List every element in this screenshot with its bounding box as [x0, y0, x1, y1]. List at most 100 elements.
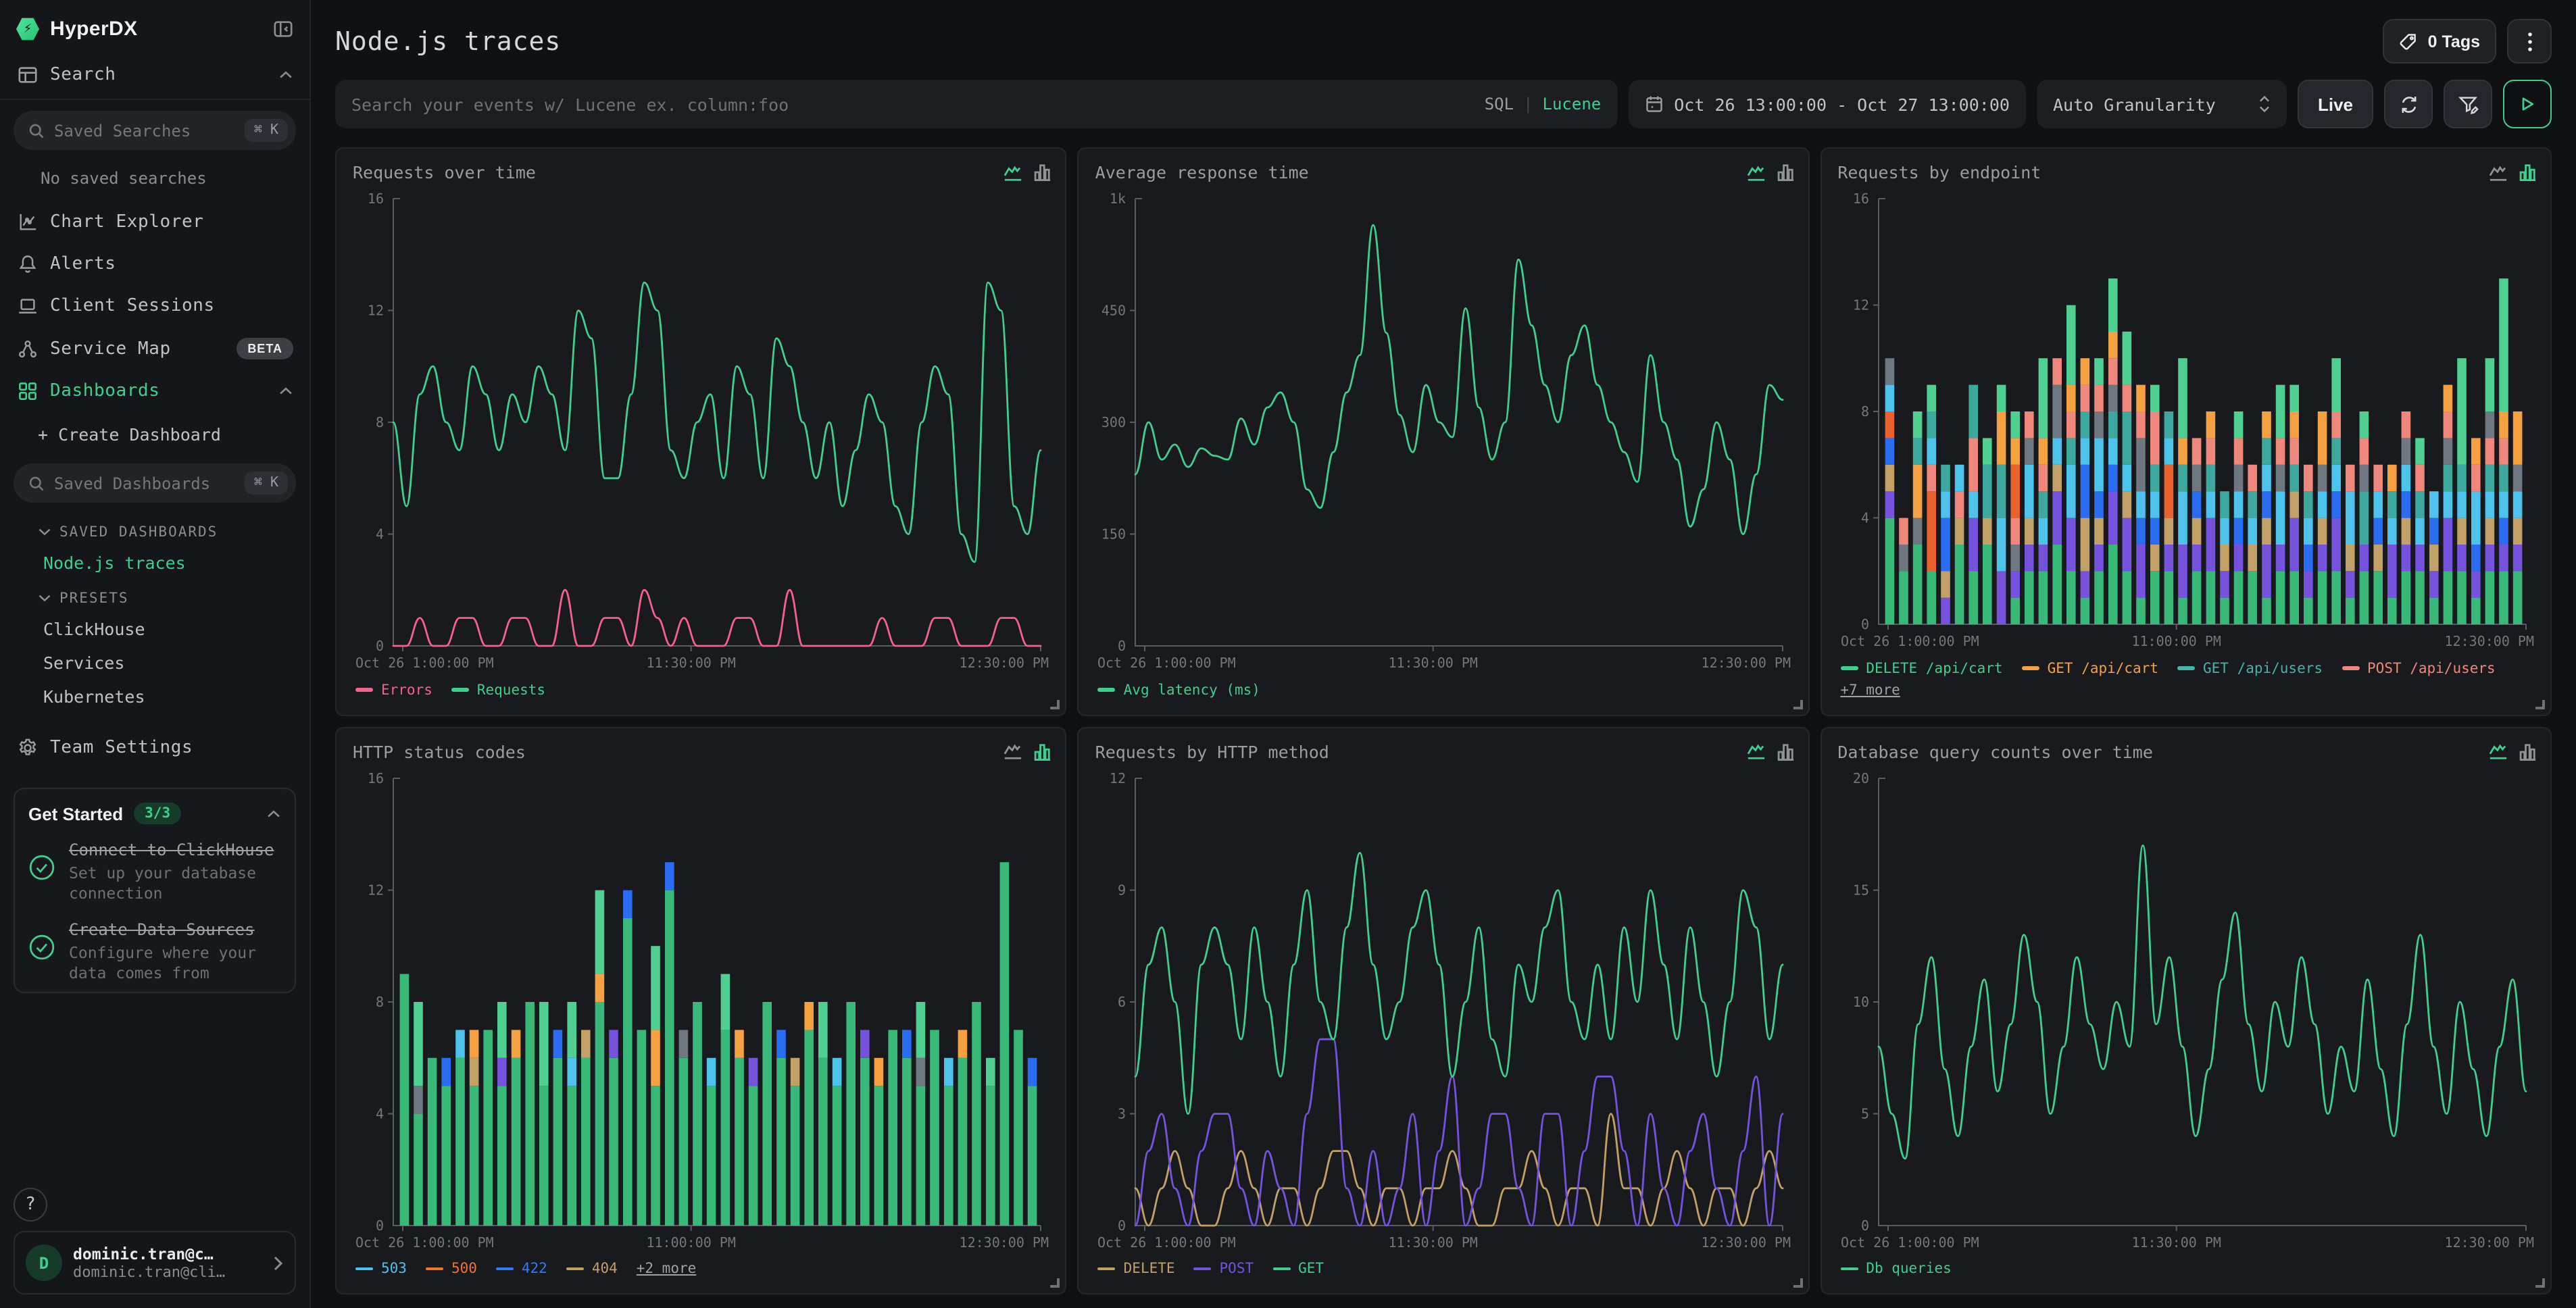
group-label-presets[interactable]: PRESETS — [0, 580, 309, 612]
bar-view-icon[interactable] — [2518, 741, 2537, 761]
line-view-icon[interactable] — [1004, 163, 1024, 182]
event-search-bar[interactable]: SQL | Lucene — [335, 80, 1617, 128]
resize-handle[interactable] — [2535, 699, 2545, 709]
filter-edit-icon — [2458, 94, 2478, 114]
sidebar-item-dashboards[interactable]: Dashboards — [0, 370, 309, 412]
legend-item-requests[interactable]: Requests — [451, 682, 545, 698]
legend-label: GET /api/users — [2203, 660, 2323, 676]
legend-item-delete-api-cart[interactable]: DELETE /api/cart — [1840, 660, 2002, 676]
chart-canvas[interactable]: 0481216Oct 26 1:00:00 PM11:00:00 PM12:30… — [353, 764, 1051, 1257]
legend-label: DELETE /api/cart — [1866, 660, 2002, 676]
legend-item-avg-latency-ms[interactable]: Avg latency (ms) — [1098, 682, 1260, 698]
resize-handle[interactable] — [1793, 699, 1802, 709]
legend-item-get-api-cart[interactable]: GET /api/cart — [2022, 660, 2158, 676]
svg-text:12: 12 — [368, 303, 384, 319]
sidebar-collapse-icon[interactable] — [273, 19, 293, 39]
chevron-up-icon[interactable] — [278, 70, 293, 80]
line-view-icon[interactable] — [2488, 742, 2508, 761]
chevron-right-icon — [273, 1255, 284, 1271]
sidebar-item-search[interactable]: Search — [0, 54, 309, 100]
chevron-up-icon[interactable] — [278, 386, 293, 396]
help-button[interactable]: ? — [14, 1188, 47, 1222]
legend-item-db-queries[interactable]: Db queries — [1840, 1261, 1951, 1277]
svg-text:12:30:00 PM: 12:30:00 PM — [2444, 633, 2533, 649]
select-chevrons-icon — [2258, 95, 2271, 114]
create-dashboard-button[interactable]: + Create Dashboard — [0, 412, 309, 453]
dashboard-link-kubernetes[interactable]: Kubernetes — [0, 680, 309, 713]
dashboard-link-services[interactable]: Services — [0, 646, 309, 680]
chart-plot-area[interactable]: 0481216Oct 26 1:00:00 PM11:00:00 PM12:30… — [353, 764, 1052, 1257]
refresh-button[interactable] — [2384, 80, 2433, 128]
line-view-icon[interactable] — [1745, 742, 1766, 761]
legend-item-500[interactable]: 500 — [426, 1261, 477, 1277]
legend-item-get[interactable]: GET — [1272, 1261, 1324, 1277]
chart-title: Requests by HTTP method — [1095, 741, 1329, 761]
dashboard-link-clickhouse[interactable]: ClickHouse — [0, 612, 309, 646]
chart-plot-area[interactable]: 0481216Oct 26 1:00:00 PM11:30:00 PM12:30… — [353, 185, 1052, 678]
chart-header: Requests over time — [353, 162, 1052, 182]
line-view-icon[interactable] — [1004, 742, 1024, 761]
legend-swatch — [2177, 667, 2195, 670]
sidebar-item-team-settings[interactable]: Team Settings — [0, 727, 309, 769]
chevron-up-icon[interactable] — [266, 809, 281, 818]
resize-handle[interactable] — [1051, 1278, 1060, 1288]
legend-item-422[interactable]: 422 — [496, 1261, 547, 1277]
sql-toggle[interactable]: SQL — [1485, 95, 1514, 114]
legend-item-errors[interactable]: Errors — [355, 682, 432, 698]
saved-searches-field[interactable] — [54, 121, 245, 140]
saved-dashboards-input[interactable]: ⌘ K — [14, 463, 296, 503]
dashboard-link-node-js-traces[interactable]: Node.js traces — [0, 546, 309, 580]
chart-plot-area[interactable]: 036912Oct 26 1:00:00 PM11:30:00 PM12:30:… — [1095, 764, 1795, 1257]
line-view-icon[interactable] — [1745, 163, 1766, 182]
run-query-button[interactable] — [2503, 80, 2552, 128]
group-label-saved-dashboards[interactable]: SAVED DASHBOARDS — [0, 513, 309, 546]
legend-item-delete[interactable]: DELETE — [1098, 1261, 1175, 1277]
bar-view-icon[interactable] — [1775, 741, 1794, 761]
resize-handle[interactable] — [1051, 699, 1060, 709]
bar-view-icon[interactable] — [1775, 162, 1794, 182]
legend-more-link[interactable]: +2 more — [637, 1261, 697, 1277]
legend-item-404[interactable]: 404 — [566, 1261, 618, 1277]
legend-item-get-api-users[interactable]: GET /api/users — [2177, 660, 2323, 676]
chart-canvas[interactable]: 0481216Oct 26 1:00:00 PM11:30:00 PM12:30… — [353, 185, 1051, 678]
legend-item-post-api-users[interactable]: POST /api/users — [2342, 660, 2496, 676]
chart-plot-area[interactable]: 0481216Oct 26 1:00:00 PM11:00:00 PM12:30… — [1837, 185, 2537, 656]
get-started-item-create-data-sources[interactable]: Create Data SourcesConfigure where your … — [28, 920, 281, 984]
chart-plot-area[interactable]: 05101520Oct 26 1:00:00 PM11:30:00 PM12:3… — [1837, 764, 2537, 1257]
sidebar-item-service-map[interactable]: Service MapBETA — [0, 327, 309, 370]
get-started-item-connect-to-clickhouse[interactable]: Connect to ClickHouseSet up your databas… — [28, 840, 281, 904]
legend-swatch — [1194, 1267, 1212, 1271]
chart-canvas[interactable]: 05101520Oct 26 1:00:00 PM11:30:00 PM12:3… — [1837, 764, 2536, 1257]
sidebar-item-client-sessions[interactable]: Client Sessions — [0, 285, 309, 327]
filter-button[interactable] — [2444, 80, 2492, 128]
legend-item-503[interactable]: 503 — [355, 1261, 407, 1277]
live-button[interactable]: Live — [2298, 80, 2373, 128]
chart-canvas[interactable]: 01503004501kOct 26 1:00:00 PM11:30:00 PM… — [1095, 185, 1794, 678]
lucene-toggle[interactable]: Lucene — [1543, 95, 1602, 114]
granularity-value: Auto Granularity — [2053, 94, 2216, 114]
legend-more-link[interactable]: +7 more — [1840, 682, 1900, 698]
tags-button[interactable]: 0 Tags — [2383, 19, 2496, 64]
line-view-icon[interactable] — [2488, 163, 2508, 182]
chart-canvas[interactable]: 036912Oct 26 1:00:00 PM11:30:00 PM12:30:… — [1095, 764, 1794, 1257]
bar-view-icon[interactable] — [1033, 741, 1052, 761]
saved-dashboards-field[interactable] — [54, 474, 245, 493]
date-range-picker[interactable]: Oct 26 13:00:00 - Oct 27 13:00:00 — [1628, 80, 2026, 128]
event-search-input[interactable] — [351, 94, 1474, 114]
sidebar-item-label: Chart Explorer — [50, 212, 204, 232]
sidebar-item-chart-explorer[interactable]: Chart Explorer — [0, 201, 309, 243]
svg-text:9: 9 — [1118, 882, 1126, 898]
saved-searches-input[interactable]: ⌘ K — [14, 111, 296, 150]
resize-handle[interactable] — [2535, 1278, 2545, 1288]
bar-view-icon[interactable] — [2518, 162, 2537, 182]
chart-plot-area[interactable]: 01503004501kOct 26 1:00:00 PM11:30:00 PM… — [1095, 185, 1795, 678]
sidebar-item-alerts[interactable]: Alerts — [0, 243, 309, 285]
bar-view-icon[interactable] — [1033, 162, 1052, 182]
chart-canvas[interactable]: 0481216Oct 26 1:00:00 PM11:00:00 PM12:30… — [1837, 185, 2536, 657]
legend-swatch — [1840, 667, 1858, 670]
resize-handle[interactable] — [1793, 1278, 1802, 1288]
more-options-button[interactable] — [2507, 19, 2552, 64]
granularity-select[interactable]: Auto Granularity — [2037, 80, 2287, 128]
legend-item-post[interactable]: POST — [1194, 1261, 1254, 1277]
user-card[interactable]: D dominic.tran@c… dominic.tran@cli… — [14, 1231, 296, 1294]
